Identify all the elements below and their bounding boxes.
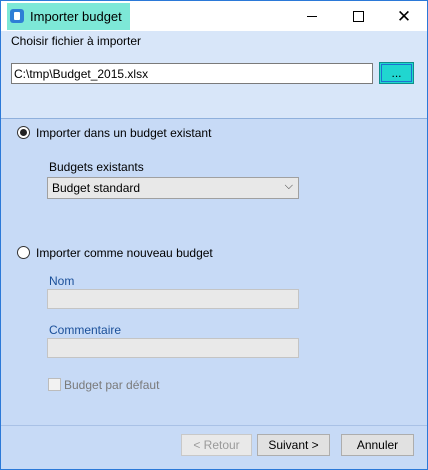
default-budget-checkbox[interactable] [48, 378, 61, 391]
minimize-icon [307, 15, 317, 17]
comment-input[interactable] [47, 338, 299, 358]
budgets-label: Budgets existants [49, 160, 144, 174]
title-bar: Importer budget ✕ [1, 1, 427, 31]
comment-label: Commentaire [49, 323, 122, 337]
minimize-button[interactable] [289, 1, 335, 31]
name-label: Nom [49, 274, 75, 288]
maximize-icon [352, 10, 364, 22]
window-title: Importer budget [30, 9, 122, 24]
next-button-label: Suivant > [268, 438, 319, 452]
file-path-input[interactable] [11, 63, 373, 84]
back-button[interactable]: < Retour [181, 434, 252, 456]
cancel-button[interactable]: Annuler [341, 434, 414, 456]
radio-new-label[interactable]: Importer comme nouveau budget [36, 246, 213, 260]
budget-select-value: Budget standard [52, 181, 141, 195]
name-input[interactable] [47, 289, 299, 309]
next-button[interactable]: Suivant > [257, 434, 330, 456]
budget-select[interactable]: Budget standard ⌵ [47, 177, 299, 199]
import-budget-dialog: Importer budget ✕ Choisir fichier à impo… [0, 0, 428, 470]
browse-button-label: ... [391, 66, 402, 80]
close-button[interactable]: ✕ [381, 1, 427, 31]
close-icon: ✕ [396, 6, 412, 26]
app-icon [10, 9, 24, 23]
radio-existing-label[interactable]: Importer dans un budget existant [36, 126, 211, 140]
back-button-label: < Retour [193, 438, 240, 452]
section-divider [1, 118, 427, 119]
chevron-down-icon: ⌵ [284, 180, 293, 192]
footer-divider [1, 425, 427, 426]
radio-existing-budget[interactable] [17, 126, 30, 139]
cancel-button-label: Annuler [356, 438, 399, 452]
radio-new-budget[interactable] [17, 246, 30, 259]
default-budget-label: Budget par défaut [64, 378, 160, 392]
file-label: Choisir fichier à importer [11, 34, 142, 48]
browse-button[interactable]: ... [379, 62, 414, 84]
maximize-button[interactable] [335, 1, 381, 31]
